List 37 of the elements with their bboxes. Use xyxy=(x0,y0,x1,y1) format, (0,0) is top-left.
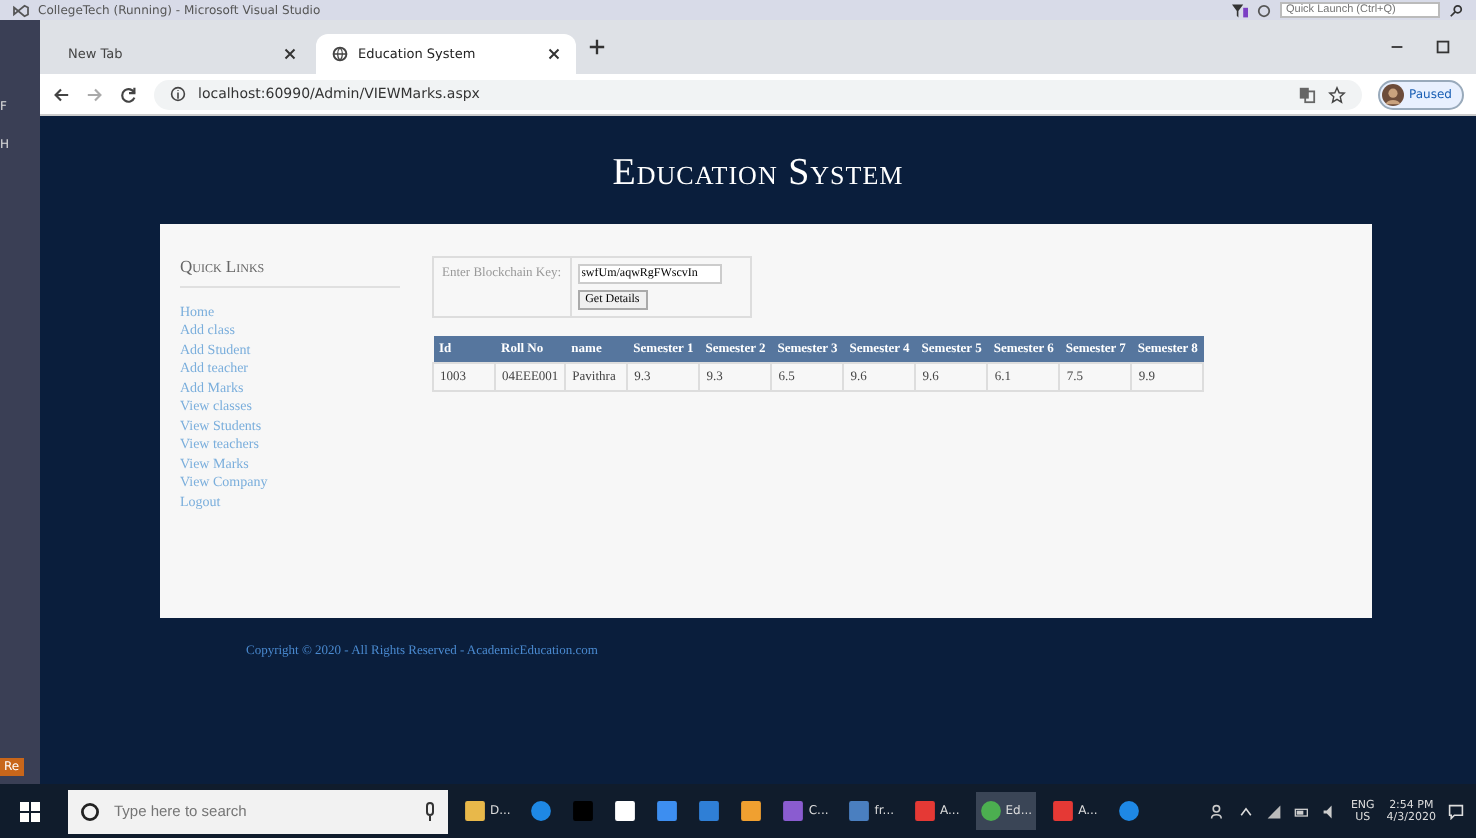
cortana-icon xyxy=(80,801,100,821)
close-icon[interactable] xyxy=(548,48,560,60)
new-tab-icon[interactable] xyxy=(588,38,606,56)
translate-icon[interactable] xyxy=(1297,85,1316,103)
sidebar-heading: Quick Links xyxy=(180,256,400,288)
star-icon[interactable] xyxy=(1327,85,1346,103)
app-icon xyxy=(848,800,871,822)
info-icon xyxy=(170,86,186,102)
app-icon xyxy=(698,800,721,822)
app-icon xyxy=(614,800,637,822)
app-icon xyxy=(464,800,486,822)
app-icon xyxy=(1052,800,1075,822)
windows-logo-icon[interactable] xyxy=(20,801,40,821)
notification-icon[interactable] xyxy=(1448,803,1464,819)
app-icon xyxy=(656,800,679,822)
ide-logo-icon xyxy=(12,3,30,17)
chevron-up-icon[interactable] xyxy=(1238,803,1255,819)
filter-icon[interactable] xyxy=(1232,3,1248,17)
app-icon xyxy=(740,800,763,822)
app-icon xyxy=(530,800,553,822)
site-title: Education System xyxy=(612,152,904,196)
avatar-icon xyxy=(1381,83,1404,105)
network-icon[interactable] xyxy=(1266,803,1283,819)
people-icon[interactable] xyxy=(1210,803,1227,819)
app-icon xyxy=(979,800,1002,822)
maximize-icon[interactable] xyxy=(1434,38,1452,56)
microphone-icon[interactable] xyxy=(424,801,436,821)
globe-icon xyxy=(332,46,348,62)
app-icon xyxy=(914,800,937,822)
app-icon xyxy=(1117,800,1140,822)
search-icon[interactable] xyxy=(1448,3,1464,17)
reload-icon[interactable] xyxy=(120,85,138,103)
app-icon xyxy=(782,800,805,822)
back-icon[interactable] xyxy=(52,85,70,103)
app-icon xyxy=(572,800,595,822)
battery-icon[interactable] xyxy=(1294,803,1311,819)
close-icon[interactable] xyxy=(284,48,296,60)
